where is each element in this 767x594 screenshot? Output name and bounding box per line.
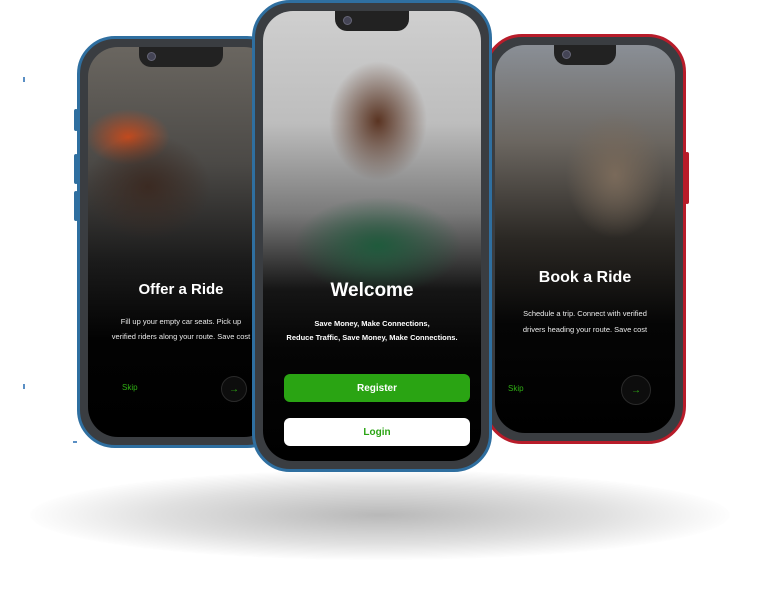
skip-button[interactable]: Skip bbox=[122, 383, 138, 392]
floor-shadow bbox=[30, 470, 730, 560]
camera-icon bbox=[147, 52, 156, 61]
screen-title: Book a Ride bbox=[538, 269, 632, 286]
camera-icon bbox=[343, 16, 352, 25]
notch bbox=[554, 45, 616, 65]
arrow-right-icon: → bbox=[229, 383, 239, 395]
register-button[interactable]: Register bbox=[284, 374, 470, 402]
notch bbox=[335, 11, 409, 31]
screen-title: Offer a Ride bbox=[138, 281, 224, 298]
screen-subtitle-line1: Save Money, Make Connections, bbox=[314, 319, 430, 328]
screen-subtitle-line2: drivers heading your route. Save cost bbox=[522, 325, 648, 334]
screen-title: Welcome bbox=[330, 280, 414, 301]
arrow-right-icon: → bbox=[631, 384, 641, 396]
screen-subtitle-line1: Schedule a trip. Connect with verified bbox=[523, 309, 647, 318]
screen-subtitle-line2: verified riders along your route. Save c… bbox=[111, 332, 251, 341]
welcome-screen: Welcome Save Money, Make Connections, Re… bbox=[263, 11, 481, 461]
side-button bbox=[74, 154, 78, 184]
next-button[interactable]: → bbox=[221, 376, 247, 402]
phone-book-ride: Book a Ride Schedule a trip. Connect wit… bbox=[484, 34, 689, 444]
camera-icon bbox=[562, 50, 571, 59]
login-button[interactable]: Login bbox=[284, 418, 470, 446]
offer-ride-screen: Offer a Ride Fill up your empty car seat… bbox=[88, 47, 274, 437]
screen-subtitle-line2: Reduce Traffic, Save Money, Make Connect… bbox=[286, 333, 458, 342]
skip-button[interactable]: Skip bbox=[508, 384, 524, 393]
decorative-speck bbox=[23, 77, 25, 82]
side-button bbox=[74, 109, 78, 131]
notch bbox=[139, 47, 223, 67]
book-ride-screen: Book a Ride Schedule a trip. Connect wit… bbox=[495, 45, 675, 433]
decorative-speck bbox=[73, 441, 77, 443]
decorative-speck bbox=[23, 384, 25, 389]
side-button bbox=[74, 191, 78, 221]
side-button bbox=[685, 152, 689, 204]
screen-subtitle-line1: Fill up your empty car seats. Pick up bbox=[120, 317, 242, 326]
phone-welcome: Welcome Save Money, Make Connections, Re… bbox=[252, 0, 492, 472]
next-button[interactable]: → bbox=[621, 375, 651, 405]
